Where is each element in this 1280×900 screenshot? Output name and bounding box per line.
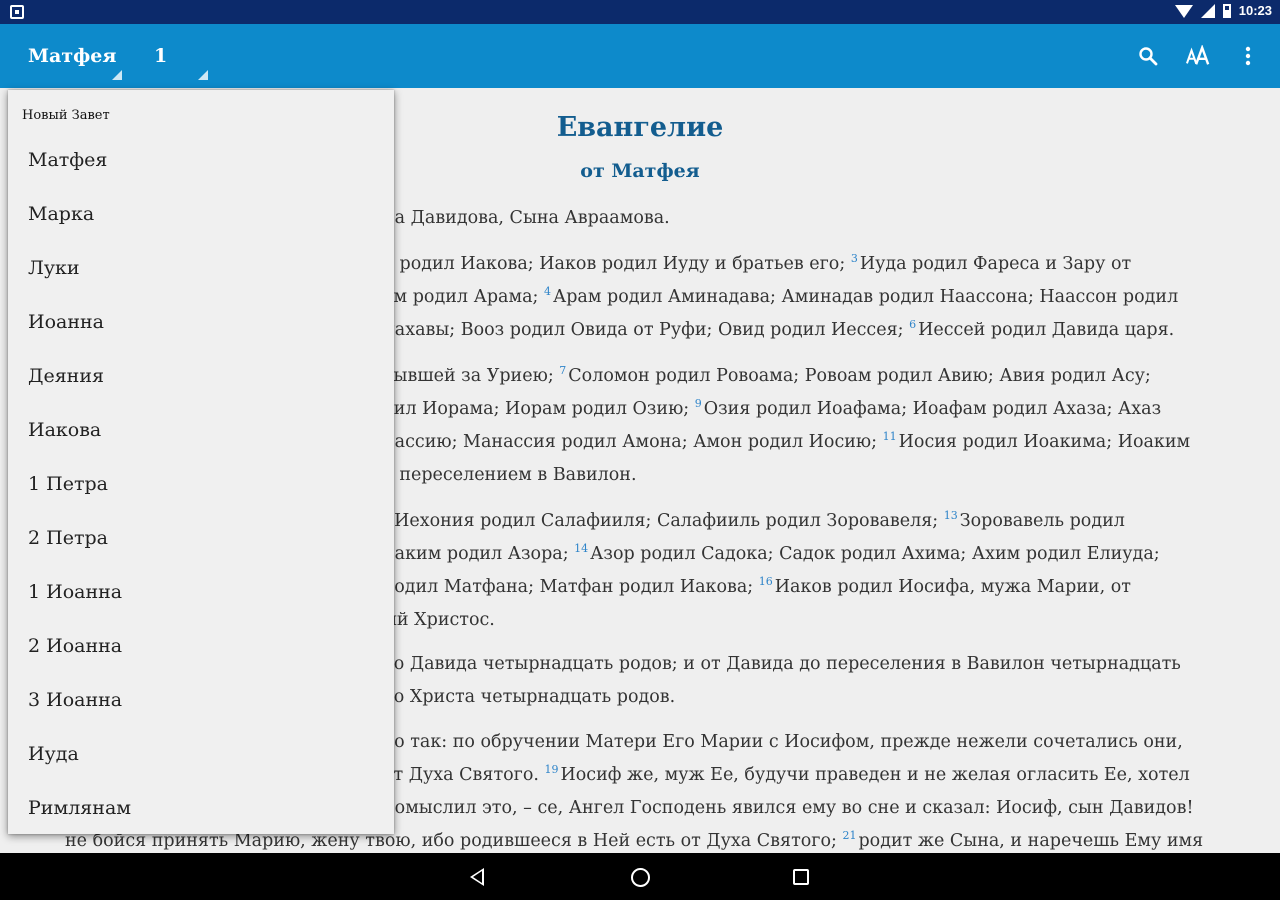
verse-text: на Давидова, Сына Авраамова. <box>383 208 670 228</box>
verse-text: Зоровавель родил <box>959 511 1125 531</box>
verse-text: Иосиф же, муж Ее, будучи праведен и не ж… <box>560 765 1190 785</box>
verse-number: 14 <box>574 542 589 556</box>
dropdown-item[interactable]: Иакова <box>28 415 368 445</box>
search-icon <box>1139 47 1158 66</box>
verse-text: бывшей за Уриею; <box>383 366 560 386</box>
verse-line: иаким родил Азора; 14 Азор родил Садока; … <box>383 538 1160 571</box>
dropdown-item[interactable]: Луки <box>28 253 368 283</box>
battery-icon <box>1222 3 1231 18</box>
recent-apps-icon[interactable] <box>793 869 809 885</box>
verse-text: Озия родил Иоафама; Иоафам родил Ахаза; … <box>703 399 1162 419</box>
verse-line: помыслил это, – се, Ангел Господень явил… <box>383 792 1193 825</box>
wifi-icon <box>1174 5 1193 18</box>
verse-text: Соломон родил Ровоама; Ровоам родил Авию… <box>568 366 1151 386</box>
app-bar: Матфея 1 <box>0 24 1280 88</box>
dropdown-item[interactable]: Матфея <box>28 145 368 175</box>
text-size-icon <box>1186 45 1210 65</box>
verse-text: ом родил Арама; <box>383 287 544 307</box>
verse-text: Иуда родил Фареса и Зару от <box>859 254 1132 274</box>
verse-text: от Духа Святого. <box>383 765 545 785</box>
verse-line: к родил Иакова; Иаков родил Иуду и брать… <box>383 248 1131 281</box>
search-button[interactable] <box>1136 44 1160 68</box>
overflow-menu-button[interactable] <box>1236 44 1260 68</box>
verse-text: дил Иорама; Иорам родил Озию; <box>383 399 695 419</box>
verse-text: Иосия родил Иоакима; Иоаким <box>898 432 1191 452</box>
dropdown-item[interactable]: 1 Иоанна <box>28 577 368 607</box>
verse-text: ло так: по обручении Матери Его Марии с … <box>383 732 1183 752</box>
verse-line: Рахавы; Вооз родил Овида от Руфи; Овид р… <box>383 314 1174 347</box>
verse-line: от Духа Святого. 19 Иосиф же, муж Ее, буд… <box>383 759 1190 792</box>
book-dropdown-menu: Новый Завет Матфея Марка Луки Иоанна Деяния И… <box>8 90 394 834</box>
book-selector[interactable]: Матфея <box>28 24 122 88</box>
home-icon[interactable] <box>631 868 650 887</box>
verse-line: нассию; Манассия родил Амона; Амон родил… <box>383 426 1190 459</box>
chapter-selector-label: 1 <box>154 45 168 67</box>
verse-text: Рахавы; Вооз родил Овида от Руфи; Овид р… <box>383 320 910 340</box>
verse-number: 6 <box>909 318 917 332</box>
dropdown-item[interactable]: Римлянам <box>28 793 368 823</box>
dropdown-arrow-icon <box>198 70 208 80</box>
verse-text: до Христа четырнадцать родов. <box>383 687 676 707</box>
notification-icon <box>10 5 24 19</box>
book-selector-label: Матфея <box>28 45 117 67</box>
verse-number: 11 <box>882 430 897 444</box>
verse-text: помыслил это, – се, Ангел Господень явил… <box>383 798 1194 818</box>
verse-line: ло так: по обручении Матери Его Марии с … <box>383 726 1183 759</box>
dropdown-item[interactable]: 2 Петра <box>28 523 368 553</box>
verse-text: , Иехония родил Салафииля; Салафииль род… <box>383 511 944 531</box>
verse-line: ом родил Арама; 4 Арам родил Аминадава; А… <box>383 281 1178 314</box>
verse-text: ый Христос. <box>383 610 495 630</box>
dropdown-item[interactable]: Иоанна <box>28 307 368 337</box>
dropdown-arrow-icon <box>112 70 122 80</box>
text-size-button[interactable] <box>1186 44 1210 68</box>
verse-number: 4 <box>543 285 551 299</box>
dropdown-item[interactable]: 3 Иоанна <box>28 685 368 715</box>
dropdown-item[interactable]: 2 Иоанна <box>28 631 368 661</box>
verse-text: иаким родил Азора; <box>383 544 575 564</box>
verse-line: , Иехония родил Салафииля; Салафииль род… <box>383 505 1125 538</box>
dropdown-section-header: Новый Завет <box>22 108 110 123</box>
status-time: 10:23 <box>1238 3 1272 18</box>
verse-text: нассию; Манассия родил Амона; Амон родил… <box>383 432 883 452</box>
dropdown-item[interactable]: 1 Петра <box>28 469 368 499</box>
back-icon[interactable] <box>470 868 484 886</box>
verse-line: на Давидова, Сына Авраамова. <box>383 202 670 235</box>
verse-number: 3 <box>850 252 858 266</box>
status-bar: 10:23 <box>0 0 1280 24</box>
verse-line: ый Христос. <box>383 604 495 637</box>
signal-icon <box>1200 3 1215 18</box>
verse-text: Арам родил Аминадава; Аминадав родил Наа… <box>552 287 1179 307</box>
verse-number: 19 <box>544 763 559 777</box>
verse-line: дил Иорама; Иорам родил Озию; 9 Озия роди… <box>383 393 1161 426</box>
verse-text: родит же Сына, и наречешь Ему имя <box>858 831 1204 851</box>
verse-number: 7 <box>559 364 567 378</box>
verse-line: родил Матфана; Матфан родил Иакова; 16 Иа… <box>383 571 1131 604</box>
verse-text: Иессей родил Давида царя. <box>918 320 1175 340</box>
dropdown-item[interactable]: Иуда <box>28 739 368 769</box>
dropdown-item[interactable]: Деяния <box>28 361 368 391</box>
chapter-selector[interactable]: 1 <box>154 24 208 88</box>
verse-text: д переселением в Вавилон. <box>383 465 637 485</box>
verse-line: бывшей за Уриею; 7 Соломон родил Ровоама;… <box>383 360 1151 393</box>
verse-text: к родил Иакова; Иаков родил Иуду и брать… <box>383 254 851 274</box>
verse-text: Азор родил Садока; Садок родил Ахима; Ах… <box>590 544 1160 564</box>
verse-line: до Давида четырнадцать родов; и от Давид… <box>383 648 1181 681</box>
overflow-menu-icon <box>1245 46 1251 66</box>
verse-line: до Христа четырнадцать родов. <box>383 681 675 714</box>
verse-number: 13 <box>943 509 958 523</box>
verse-text: родил Матфана; Матфан родил Иакова; <box>383 577 759 597</box>
dropdown-item[interactable]: Марка <box>28 199 368 229</box>
verse-text: не бойся принять Марию, жену твою, ибо р… <box>65 831 843 851</box>
verse-text: до Давида четырнадцать родов; и от Давид… <box>383 654 1181 674</box>
verse-line: д переселением в Вавилон. <box>383 459 637 492</box>
navigation-bar <box>0 853 1280 900</box>
verse-number: 16 <box>758 575 773 589</box>
verse-number: 21 <box>842 829 857 843</box>
verse-text: Иаков родил Иосифа, мужа Марии, от <box>774 577 1131 597</box>
verse-number: 9 <box>694 397 702 411</box>
